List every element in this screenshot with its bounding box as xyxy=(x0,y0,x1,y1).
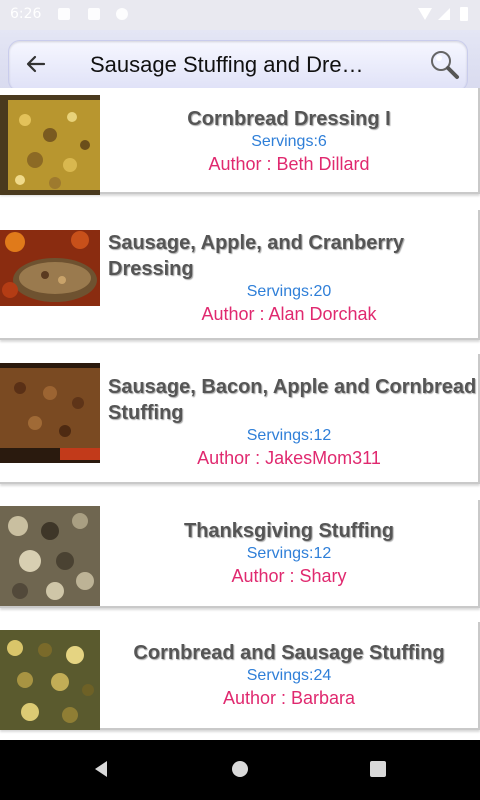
recipe-card[interactable]: Cornbread Dressing I Servings:6 Author :… xyxy=(0,88,480,195)
notification-icon xyxy=(58,8,70,20)
recipe-thumbnail xyxy=(0,630,100,730)
recipe-author: Author : Shary xyxy=(231,566,347,586)
recipe-servings: Servings:12 xyxy=(246,427,332,444)
recipe-info: Cornbread and Sausage Stuffing Servings:… xyxy=(100,622,478,710)
status-time: 6:26 xyxy=(10,6,42,22)
recipe-servings: Servings:12 xyxy=(246,545,332,562)
recipe-card[interactable]: Thanksgiving Stuffing Servings:12 Author… xyxy=(0,500,480,608)
recipe-thumbnail xyxy=(0,95,100,195)
wifi-icon xyxy=(418,8,432,20)
back-arrow-icon[interactable] xyxy=(24,52,48,76)
recipe-info: Cornbread Dressing I Servings:6 Author :… xyxy=(100,88,478,176)
sync-icon xyxy=(116,8,128,20)
recipe-name: Sausage, Apple, and Cranberry Dressing xyxy=(108,232,405,280)
recipe-info: Sausage, Apple, and Cranberry Dressing S… xyxy=(100,210,478,326)
recipe-card[interactable]: Sausage, Bacon, Apple and Cornbread Stuf… xyxy=(0,354,480,484)
recipe-card[interactable]: Cornbread and Sausage Stuffing Servings:… xyxy=(0,622,480,730)
sd-card-icon xyxy=(88,8,100,20)
recipe-servings: Servings:20 xyxy=(246,283,332,300)
status-bar: 6:26 xyxy=(0,0,480,30)
recipe-card[interactable]: Sausage, Apple, and Cranberry Dressing S… xyxy=(0,210,480,340)
recipe-servings: Servings:24 xyxy=(246,667,332,684)
recipe-name: Thanksgiving Stuffing xyxy=(184,520,394,542)
nav-recents-icon[interactable] xyxy=(367,758,389,780)
recipe-author: Author : JakesMom311 xyxy=(197,448,381,468)
battery-icon xyxy=(460,7,468,21)
recipe-author: Author : Beth Dillard xyxy=(208,154,370,174)
system-nav-bar xyxy=(0,740,480,800)
search-icon[interactable] xyxy=(428,48,460,80)
recipe-servings: Servings:6 xyxy=(251,133,327,150)
recipe-name: Sausage, Bacon, Apple and Cornbread Stuf… xyxy=(108,376,477,424)
nav-home-icon[interactable] xyxy=(229,758,251,780)
recipe-author: Author : Alan Dorchak xyxy=(201,304,377,324)
recipe-thumbnail xyxy=(0,230,100,306)
recipe-author: Author : Barbara xyxy=(222,688,356,708)
recipe-info: Sausage, Bacon, Apple and Cornbread Stuf… xyxy=(100,354,478,470)
recipe-info: Thanksgiving Stuffing Servings:12 Author… xyxy=(100,500,478,588)
page-title: Sausage Stuffing and Dre… xyxy=(90,52,364,77)
nav-back-icon[interactable] xyxy=(90,758,112,780)
signal-icon xyxy=(438,8,450,20)
recipe-name: Cornbread and Sausage Stuffing xyxy=(133,642,445,664)
recipe-name: Cornbread Dressing I xyxy=(187,108,391,130)
recipe-thumbnail xyxy=(0,506,100,606)
recipe-thumbnail xyxy=(0,363,100,463)
